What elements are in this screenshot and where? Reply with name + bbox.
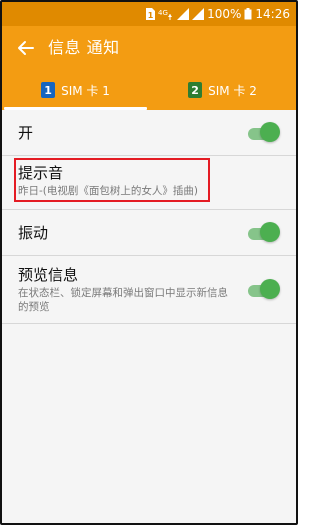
toggle-thumb: [260, 278, 280, 299]
toggle-vibration-switch[interactable]: [246, 221, 280, 244]
network-type-text: 4G: [158, 9, 168, 17]
setting-label-preview-message: 预览信息: [18, 266, 79, 284]
setting-row-notification-sound[interactable]: 提示音 昨日-(电视剧《面包树上的女人》插曲): [2, 156, 296, 210]
signal-icon: [192, 8, 205, 20]
clock: 14:26: [255, 7, 290, 21]
arrow-left-icon: [18, 41, 34, 55]
status-bar: 1 4G 100% 14:26: [2, 2, 296, 26]
notification-settings-list: 开 提示音 昨日-(电视剧《面包树上的女人》插曲) 振动 预览信息 在状态栏、锁…: [2, 110, 296, 523]
app-bar: 信息 通知: [2, 26, 296, 70]
sim-tabs: 1 SIM 卡 1 2 SIM 卡 2: [2, 70, 296, 110]
setting-row-vibration[interactable]: 振动: [2, 210, 296, 256]
toggle-on-switch[interactable]: [246, 121, 280, 144]
setting-row-preview-message[interactable]: 预览信息 在状态栏、锁定屏幕和弹出窗口中显示新信息的预览: [2, 256, 296, 324]
toggle-preview-switch[interactable]: [246, 278, 280, 301]
sim-1-badge: 1: [41, 82, 56, 98]
sim-1-icon: 1: [145, 8, 156, 20]
sim-2-badge: 2: [188, 82, 203, 98]
setting-row-on[interactable]: 开: [2, 110, 296, 156]
battery-percentage: 100%: [207, 7, 242, 21]
page-title: 信息 通知: [48, 38, 120, 57]
setting-summary-notification-sound: 昨日-(电视剧《面包树上的女人》插曲): [18, 185, 198, 197]
back-button[interactable]: [14, 36, 38, 60]
toggle-thumb: [260, 221, 280, 242]
tab-sim-1-label: SIM 卡 1: [61, 83, 110, 98]
tab-sim-1[interactable]: 1 SIM 卡 1: [2, 70, 149, 110]
setting-label-notification-sound: 提示音: [18, 164, 64, 182]
toggle-thumb: [260, 121, 280, 142]
tab-sim-2[interactable]: 2 SIM 卡 2: [149, 70, 296, 110]
signal-icon: [177, 8, 190, 20]
setting-label-on: 开: [18, 123, 34, 142]
setting-label-vibration: 振动: [18, 223, 49, 242]
phone-frame: 1 4G 100% 14:26 信息 通知 1 SIM 卡 1 2 SIM 卡 …: [0, 0, 298, 525]
sim-1-badge-text: 1: [148, 11, 154, 20]
setting-summary-preview-message: 在状态栏、锁定屏幕和弹出窗口中显示新信息的预览: [18, 287, 228, 313]
tab-sim-2-label: SIM 卡 2: [208, 83, 257, 98]
4g-icon: 4G: [158, 8, 174, 20]
battery-icon: [244, 8, 252, 20]
